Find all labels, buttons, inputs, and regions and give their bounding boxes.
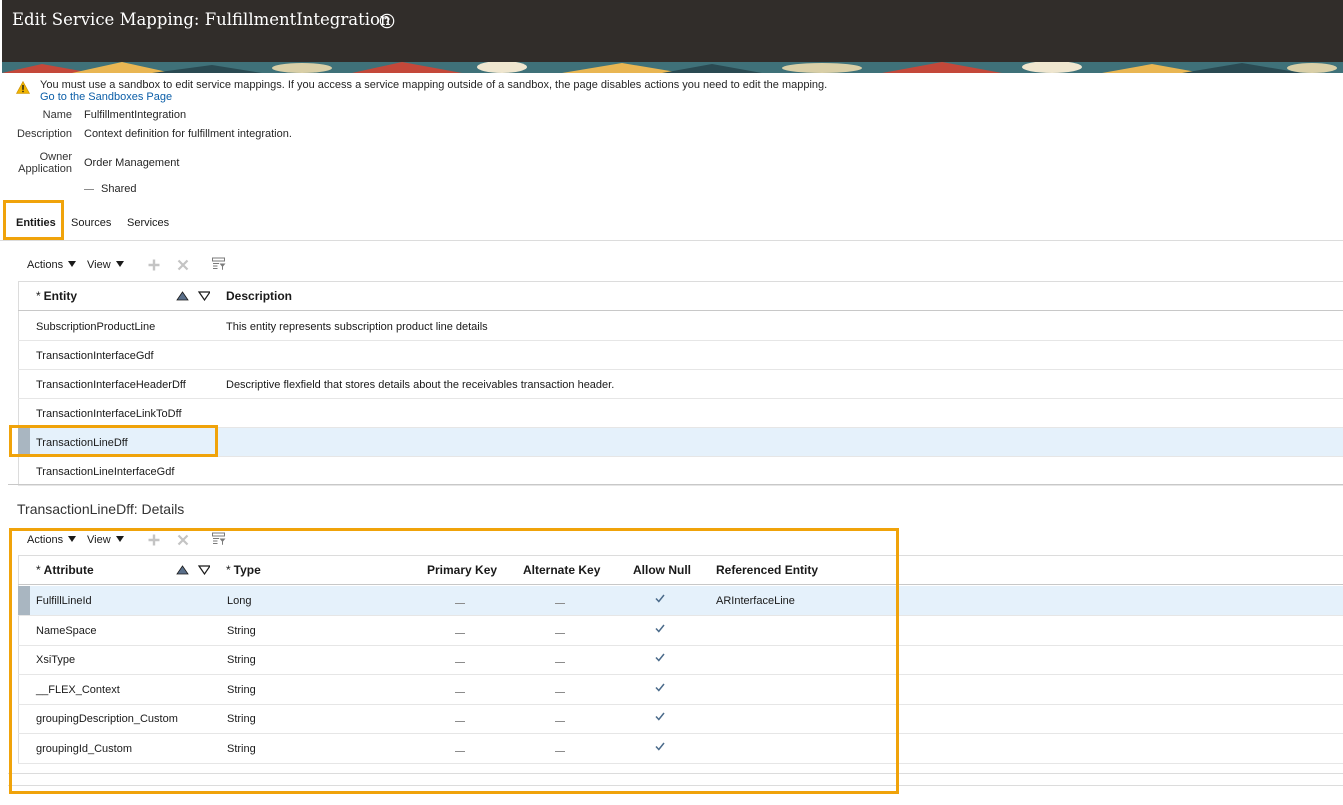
details-section-highlight	[9, 528, 899, 794]
plus-icon[interactable]	[147, 258, 161, 272]
sandboxes-page-link[interactable]: Go to the Sandboxes Page	[40, 91, 172, 103]
tab-divider	[0, 240, 1343, 241]
entity-description-column-header: Description	[226, 289, 293, 303]
description-label: Description	[16, 128, 72, 140]
banner-pattern-icon	[2, 62, 1343, 73]
name-label: Name	[42, 109, 72, 121]
view-menu[interactable]: View	[87, 259, 124, 271]
owner-application-value: Order Management	[84, 157, 180, 169]
name-value: FulfillmentIntegration	[84, 109, 187, 121]
entity-name-cell: TransactionLineInterfaceGdf	[36, 466, 175, 478]
close-icon[interactable]	[176, 258, 190, 272]
entity-name-cell: SubscriptionProductLine	[36, 321, 156, 333]
warning-triangle-icon	[16, 81, 30, 94]
description-value: Context definition for fulfillment integ…	[84, 128, 292, 140]
header-divider	[18, 310, 1343, 311]
selected-entity-highlight	[9, 425, 218, 457]
entity-row[interactable]: TransactionLineInterfaceGdf	[18, 457, 1343, 486]
entity-row[interactable]: TransactionInterfaceLinkToDff	[18, 399, 1343, 428]
entity-description-cell: This entity represents subscription prod…	[226, 321, 488, 333]
entity-name-cell: TransactionInterfaceGdf	[36, 350, 154, 362]
toolbar-divider	[18, 281, 1343, 282]
entities-tab-highlight	[3, 200, 64, 240]
chevron-down-icon	[115, 261, 124, 267]
entity-row[interactable]: SubscriptionProductLine This entity repre…	[18, 312, 1343, 341]
entity-name-cell: TransactionInterfaceHeaderDff	[36, 379, 186, 391]
entity-name-cell: TransactionInterfaceLinkToDff	[36, 408, 182, 420]
tab-sources[interactable]: Sources	[71, 217, 111, 229]
help-circle-icon[interactable]	[379, 13, 395, 29]
shared-label: Shared	[101, 183, 137, 195]
owner-application-label: Owner Application	[18, 151, 72, 175]
shared-unchecked-indicator	[84, 189, 94, 190]
sort-ascending-descending-icon[interactable]	[176, 291, 210, 301]
actions-menu[interactable]: Actions	[27, 259, 77, 271]
query-by-example-icon[interactable]	[212, 257, 226, 271]
entity-column-header[interactable]: * Entity	[36, 289, 77, 303]
details-section-title: TransactionLineDff: Details	[17, 501, 185, 517]
page-header: Edit Service Mapping: FulfillmentIntegra…	[2, 0, 1343, 62]
entity-row[interactable]: TransactionInterfaceHeaderDff Descriptive…	[18, 370, 1343, 399]
page-title: Edit Service Mapping: FulfillmentIntegra…	[12, 10, 391, 29]
sandbox-warning-message: You must use a sandbox to edit service m…	[40, 79, 828, 91]
entity-description-cell: Descriptive flexfield that stores detail…	[226, 379, 615, 391]
decorative-banner	[2, 62, 1343, 73]
tab-services[interactable]: Services	[127, 217, 169, 229]
chevron-down-icon	[68, 261, 77, 267]
table-bottom-border	[8, 484, 1343, 485]
entity-row[interactable]: TransactionInterfaceGdf	[18, 341, 1343, 370]
